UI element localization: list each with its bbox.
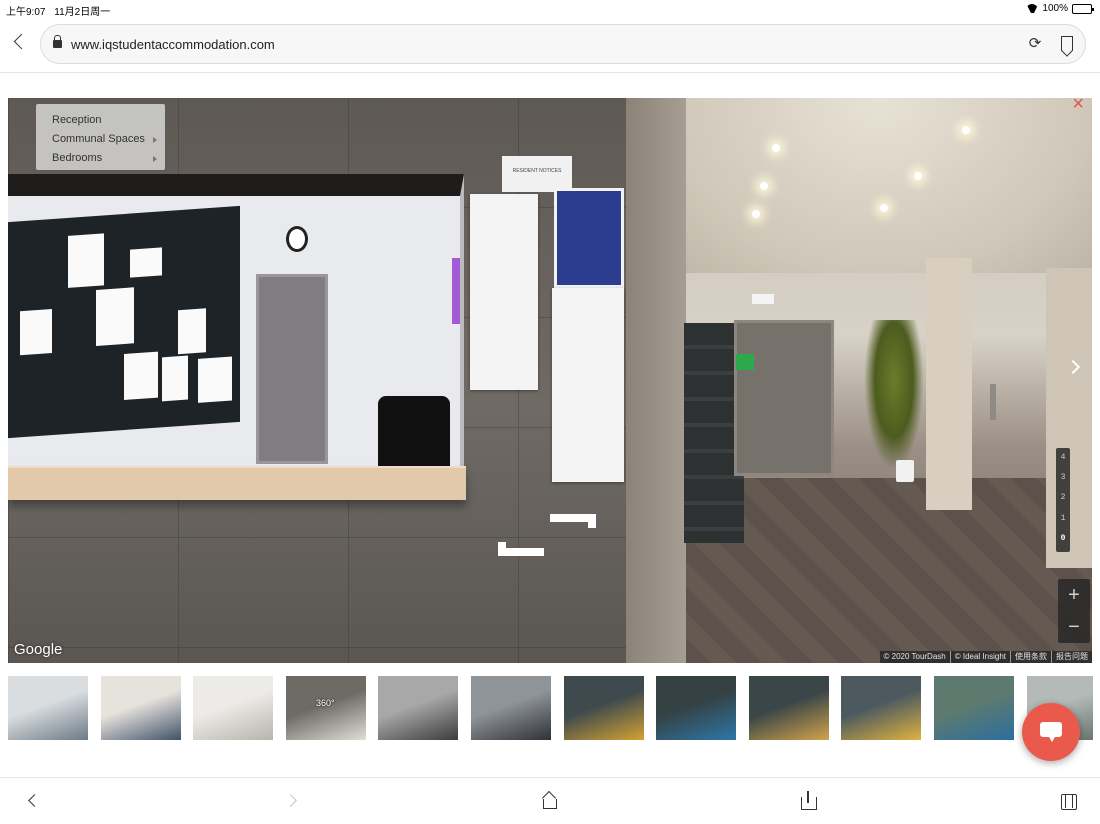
tour-menu-item-label: Reception	[52, 114, 102, 126]
thumbnail-lounge-1[interactable]	[564, 676, 644, 740]
thumbnail-lounge-3[interactable]	[749, 676, 829, 740]
chevron-right-icon	[153, 156, 157, 162]
toolbar-divider	[0, 777, 1100, 778]
fire-exit-sign	[736, 354, 754, 370]
toolbar-home-icon[interactable]	[538, 790, 560, 812]
corkboard	[8, 205, 240, 439]
status-indicators: 100%	[1026, 3, 1094, 14]
thumbnail-lounge-4[interactable]	[841, 676, 921, 740]
floor-level-4[interactable]: 4	[1061, 451, 1066, 471]
nav-arrow-icon[interactable]	[498, 542, 544, 556]
thumbnail-bathroom[interactable]	[193, 676, 273, 740]
notice-poster-1	[470, 194, 538, 390]
tour-menu-item-label: Communal Spaces	[52, 133, 145, 145]
carpet-floor	[686, 478, 1092, 663]
exit-sign	[752, 294, 774, 304]
pano-reception-wall: RESIDENT NOTICES	[8, 98, 626, 663]
notice-poster-blue	[554, 188, 624, 288]
chat-bubble-icon	[1040, 722, 1062, 742]
reload-icon[interactable]: ⟳	[1027, 36, 1043, 52]
tour-menu-item-communal-spaces[interactable]: Communal Spaces	[36, 130, 165, 149]
zoom-control[interactable]: + −	[1058, 579, 1090, 643]
status-bar: 上午9:07 11月2日周一 100%	[0, 0, 1100, 18]
browser-back-button[interactable]	[10, 33, 30, 53]
hallway-door	[734, 320, 834, 476]
thumbnail-reception[interactable]: 360°	[286, 676, 366, 740]
thumbnail-study-1[interactable]	[934, 676, 1014, 740]
url-text[interactable]: www.iqstudentaccommodation.com	[71, 37, 275, 52]
nav-arrow-icon[interactable]	[550, 514, 596, 528]
glass-wall	[626, 98, 686, 663]
attribution-item[interactable]: 报告问题	[1051, 651, 1088, 663]
floor-level-2[interactable]: 2	[1061, 491, 1066, 511]
address-divider	[0, 72, 1100, 73]
scene-thumbnails: 360°	[8, 676, 1093, 740]
address-bar[interactable]: www.iqstudentaccommodation.com ⟳	[40, 24, 1086, 64]
notice-poster-2	[552, 288, 624, 482]
zoom-out-button[interactable]: −	[1058, 611, 1090, 643]
toolbar-tabs-icon[interactable]	[1057, 790, 1079, 812]
bookmark-icon[interactable]	[1061, 36, 1073, 51]
thumbnail-bedroom-1[interactable]	[8, 676, 88, 740]
thumbnail-360-badge: 360°	[316, 698, 335, 708]
wall-column	[926, 258, 972, 510]
chevron-right-icon	[153, 137, 157, 143]
floor-selector[interactable]: 43210	[1056, 448, 1070, 552]
tour-menu[interactable]: Reception Communal Spaces Bedrooms	[36, 104, 165, 170]
tour-menu-item-bedrooms[interactable]: Bedrooms	[36, 149, 165, 168]
resident-notices-sign: RESIDENT NOTICES	[502, 156, 572, 192]
battery-icon	[1072, 3, 1094, 14]
reception-window	[8, 174, 464, 496]
attribution-item: © 2020 TourDash	[883, 652, 946, 661]
battery-percent: 100%	[1042, 3, 1068, 14]
elevator-button	[990, 384, 996, 420]
hallway-ceiling	[666, 98, 1092, 273]
toolbar-forward-icon[interactable]	[282, 790, 304, 812]
attribution-item: © Ideal Insight	[949, 651, 1006, 663]
clock-icon	[286, 226, 308, 252]
floor-level-3[interactable]: 3	[1061, 471, 1066, 491]
close-icon[interactable]: ×	[1072, 98, 1084, 114]
thumbnail-gym-1[interactable]	[378, 676, 458, 740]
wifi-icon	[1026, 4, 1038, 13]
plant-pot	[896, 460, 914, 482]
tour-menu-item-label: Bedrooms	[52, 152, 103, 164]
lock-icon	[53, 35, 62, 48]
monitor	[452, 258, 460, 324]
resident-notices-label: RESIDENT NOTICES	[512, 168, 562, 174]
floor-level-1[interactable]: 1	[1061, 512, 1066, 532]
thumbnail-gym-2[interactable]	[471, 676, 551, 740]
back-office-door	[256, 274, 328, 464]
status-date: 11月2日周一	[54, 7, 111, 18]
thumbnail-bedroom-2[interactable]	[101, 676, 181, 740]
toolbar-back-icon[interactable]	[22, 790, 44, 812]
thumbnail-lounge-2[interactable]	[656, 676, 736, 740]
attribution-item[interactable]: 使用条款	[1010, 651, 1047, 663]
attribution-bar: © 2020 TourDash © Ideal Insight 使用条款 报告问题	[879, 651, 1092, 663]
chat-button[interactable]	[1022, 703, 1080, 761]
potted-plant	[864, 320, 924, 470]
status-time-date: 上午9:07 11月2日周一	[6, 3, 110, 18]
pano-hallway	[626, 98, 1092, 663]
tour-menu-item-reception[interactable]: Reception	[36, 111, 165, 130]
reception-counter	[8, 466, 466, 500]
zoom-in-button[interactable]: +	[1058, 579, 1090, 611]
floor-level-0[interactable]: 0	[1061, 532, 1066, 552]
toolbar-share-icon[interactable]	[797, 790, 819, 812]
panorama-viewer[interactable]: RESIDENT NOTICES Reception Communal Space…	[8, 98, 1092, 663]
status-time: 上午9:07	[6, 7, 46, 18]
google-logo: Google	[14, 641, 63, 658]
